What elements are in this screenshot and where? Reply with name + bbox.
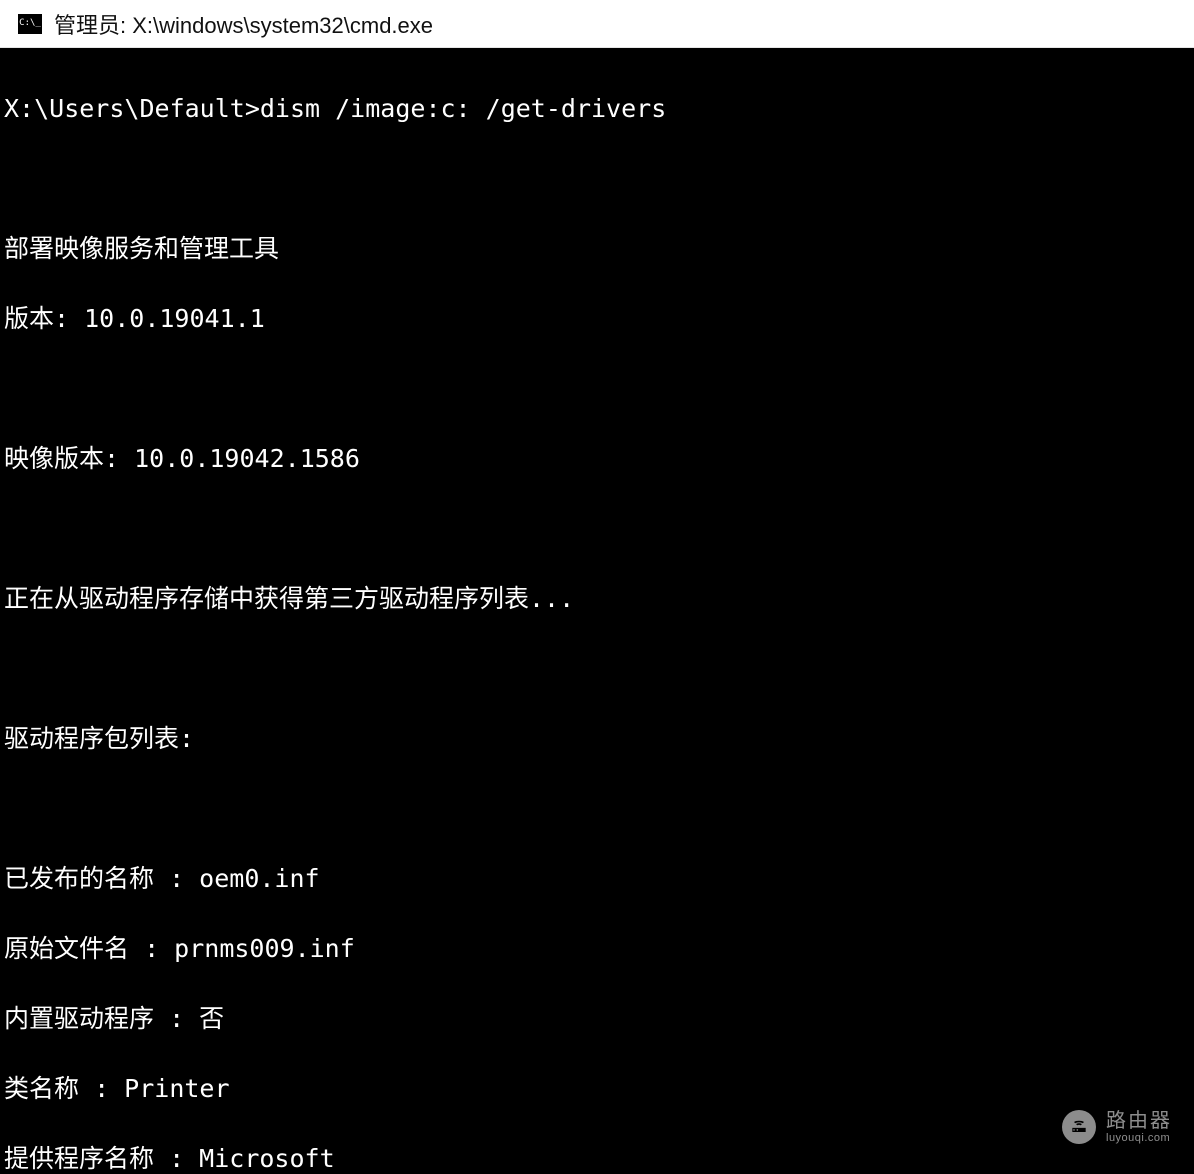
tool-header: 部署映像服务和管理工具 xyxy=(4,231,1194,266)
window-titlebar[interactable]: 管理员: X:\windows\system32\cmd.exe xyxy=(0,0,1194,48)
prompt: X:\Users\Default> xyxy=(4,94,260,123)
blank-line xyxy=(4,791,1194,826)
list-heading: 驱动程序包列表: xyxy=(4,721,1194,756)
driver-row: 原始文件名 : prnms009.inf xyxy=(4,931,1194,966)
driver-row: 内置驱动程序 : 否 xyxy=(4,1001,1194,1036)
terminal-output[interactable]: X:\Users\Default>dism /image:c: /get-dri… xyxy=(0,48,1194,1174)
command-text: dism /image:c: /get-drivers xyxy=(260,94,666,123)
tool-version-line: 版本: 10.0.19041.1 xyxy=(4,301,1194,336)
window-title: 管理员: X:\windows\system32\cmd.exe xyxy=(54,8,433,40)
cmd-icon xyxy=(18,14,42,34)
router-icon xyxy=(1062,1110,1096,1144)
blank-line xyxy=(4,651,1194,686)
blank-line xyxy=(4,511,1194,546)
driver-row: 提供程序名称 : Microsoft xyxy=(4,1141,1194,1174)
watermark-title: 路由器 xyxy=(1106,1110,1172,1132)
watermark: 路由器 luyouqi.com xyxy=(1062,1110,1172,1144)
loading-text: 正在从驱动程序存储中获得第三方驱动程序列表... xyxy=(4,581,1194,616)
blank-line xyxy=(4,161,1194,196)
blank-line xyxy=(4,371,1194,406)
driver-row: 类名称 : Printer xyxy=(4,1071,1194,1106)
prompt-line: X:\Users\Default>dism /image:c: /get-dri… xyxy=(4,91,1194,126)
image-version-line: 映像版本: 10.0.19042.1586 xyxy=(4,441,1194,476)
driver-row: 已发布的名称 : oem0.inf xyxy=(4,861,1194,896)
